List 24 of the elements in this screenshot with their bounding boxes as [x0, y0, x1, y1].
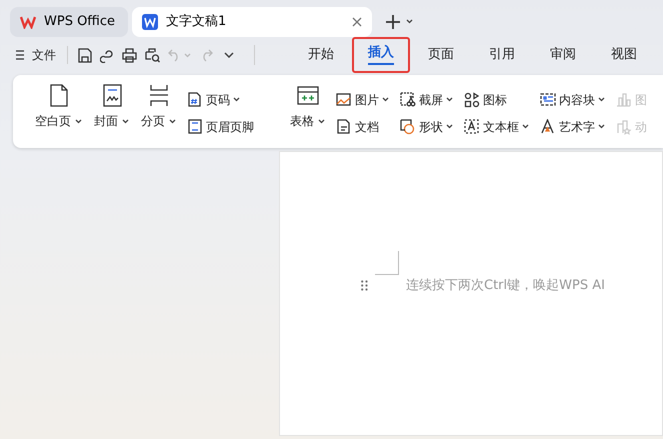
ribbon-tab[interactable]: 开始	[298, 40, 343, 70]
window-tab[interactable]: 文字文稿1	[132, 6, 372, 36]
ribbon-button[interactable]: 图标	[461, 86, 532, 113]
ribbon-tab[interactable]: 页面	[418, 40, 463, 70]
hint-text: 连续按下两次Ctrl键，唤起WPS AI	[406, 277, 605, 295]
ribbon-button[interactable]: 分页	[137, 82, 180, 132]
ribbon-button[interactable]: 表格	[286, 82, 329, 132]
ribbon-button[interactable]: 空白页	[31, 82, 86, 132]
ribbon-button[interactable]: 艺术字	[537, 113, 608, 140]
ribbon-button[interactable]: 文档	[333, 113, 392, 140]
ribbon-tab[interactable]: 审阅	[540, 40, 585, 70]
ribbon-button[interactable]: 图片	[333, 86, 392, 113]
ribbon-button[interactable]: 页眉页脚	[184, 113, 257, 140]
ribbon-tab[interactable]: 引用	[480, 40, 524, 70]
ribbon-button[interactable]: 页码	[184, 86, 257, 113]
ribbon-button[interactable]: 文本框	[461, 113, 532, 140]
ribbon-button[interactable]: 截屏	[397, 86, 456, 113]
ribbon-button[interactable]: 封面	[90, 82, 133, 132]
ribbon-tab[interactable]: 视图	[602, 40, 646, 70]
file-menu[interactable]: 文件	[15, 45, 57, 65]
ribbon-tab[interactable]: 插入	[352, 37, 410, 73]
window-tab[interactable]: WPS Office	[10, 6, 128, 36]
ribbon-button[interactable]: 形状	[397, 113, 456, 140]
ribbon-button[interactable]: 内容块	[537, 86, 608, 113]
